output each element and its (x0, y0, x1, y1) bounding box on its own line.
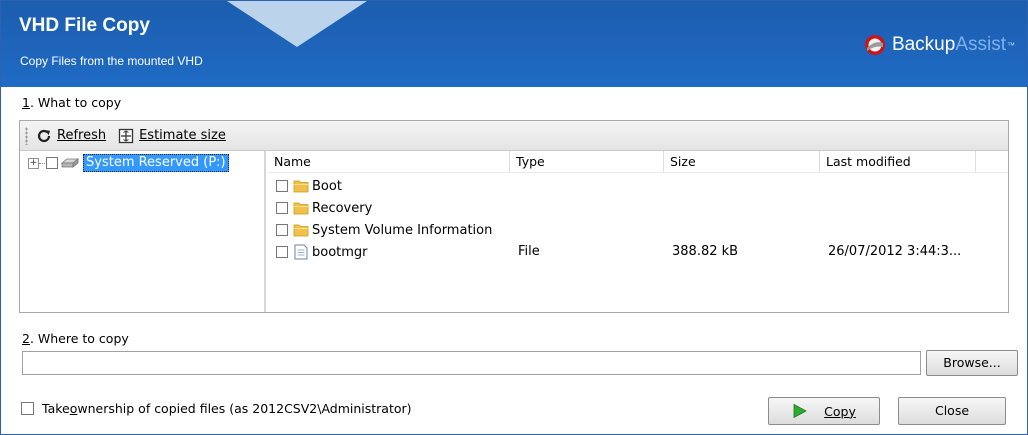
row-checkbox[interactable] (276, 246, 288, 258)
file-last-modified: 26/07/2012 3:44:3... (828, 244, 962, 259)
column-header-size[interactable]: Size (664, 151, 820, 172)
refresh-icon (37, 129, 51, 142)
file-name-cell: Recovery (276, 200, 372, 216)
browse-button[interactable]: Browse... (926, 350, 1018, 376)
copy-button[interactable]: Copy (768, 397, 880, 425)
estimate-size-icon (118, 128, 134, 143)
copy-label: Copy (824, 403, 856, 419)
column-header-type[interactable]: Type (510, 151, 664, 172)
toolbar-grip[interactable] (25, 126, 28, 145)
brand-trademark: ™ (1007, 40, 1015, 50)
file-name: System Volume Information (312, 222, 493, 238)
folder-icon (293, 180, 309, 193)
what-to-copy-text: . What to copy (29, 95, 122, 110)
file-name-cell: System Volume Information (276, 222, 492, 238)
file-name: bootmgr (312, 244, 368, 260)
file-type: File (518, 244, 540, 259)
file-name-cell: Boot (276, 178, 342, 194)
brand-name-part1: Backup (891, 34, 956, 55)
refresh-label: Refresh (57, 128, 107, 143)
refresh-button[interactable]: Refresh (36, 128, 106, 144)
file-name: Boot (312, 178, 342, 194)
list-item[interactable]: System Volume Information (268, 219, 1008, 241)
brand-logo: Backup Assist ™ (864, 34, 1015, 56)
list-item[interactable]: Recovery (268, 197, 1008, 219)
tree-drive-label[interactable]: System Reserved (P:) (83, 154, 229, 172)
file-size: 388.82 kB (672, 244, 739, 259)
drive-tree: + System Reserved (P:) (20, 151, 266, 312)
row-checkbox[interactable] (276, 202, 288, 214)
tree-connector (39, 162, 45, 164)
take-ownership-checkbox[interactable] (21, 402, 34, 415)
take-ownership-label: wnership of copied files (as 2012CSV2\Ad… (77, 401, 412, 416)
file-icon (294, 244, 308, 260)
what-to-copy-number: 1 (22, 95, 30, 110)
estimate-size-button[interactable]: Estimate size (118, 128, 226, 144)
folder-icon (293, 202, 309, 215)
close-button[interactable]: Close (898, 397, 1006, 425)
file-list: Name Type Size Last modified Boot Recove… (268, 151, 1008, 312)
list-item[interactable]: Boot (268, 175, 1008, 197)
take-ownership-prefix: Take (42, 401, 70, 416)
where-to-copy-number: 2 (22, 331, 30, 346)
folder-icon (293, 224, 309, 237)
row-checkbox[interactable] (276, 224, 288, 236)
window-subtitle: Copy Files from the mounted VHD (20, 54, 203, 68)
take-ownership-option[interactable]: Take o wnership of copied files (as 2012C… (21, 401, 412, 416)
estimate-size-label: Estimate size (139, 128, 226, 143)
where-to-copy-label: 2. Where to copy (22, 331, 129, 346)
file-browser-panel: Refresh Estimate size + System Reserved … (19, 120, 1009, 313)
tree-expander-icon[interactable]: + (28, 157, 39, 169)
brand-name-part2: Assist (955, 34, 1006, 55)
play-arrow-icon (793, 403, 807, 419)
window-title: VHD File Copy (19, 15, 150, 36)
vhd-file-copy-window: VHD File Copy Copy Files from the mounte… (0, 0, 1028, 435)
file-name: Recovery (312, 200, 373, 216)
tree-node-system-reserved[interactable]: + System Reserved (P:) (28, 154, 229, 172)
column-header-last-modified[interactable]: Last modified (820, 151, 976, 172)
header-banner: VHD File Copy Copy Files from the mounte… (1, 1, 1027, 87)
drive-checkbox[interactable] (46, 157, 58, 169)
column-header-name[interactable]: Name (268, 151, 510, 172)
file-name-cell: bootmgr (276, 244, 368, 260)
what-to-copy-label: 1. What to copy (22, 95, 121, 110)
destination-path-input[interactable] (22, 351, 921, 375)
list-item[interactable]: bootmgr File 388.82 kB 26/07/2012 3:44:3… (268, 241, 1008, 263)
drive-icon (61, 158, 79, 168)
take-ownership-accel: o (69, 401, 78, 416)
browser-toolbar: Refresh Estimate size (20, 121, 1008, 151)
backupassist-logo-icon (864, 35, 885, 55)
header-notch-decoration (227, 1, 367, 47)
row-checkbox[interactable] (276, 180, 288, 192)
where-to-copy-text: . Where to copy (29, 331, 129, 346)
header-divider (268, 172, 1008, 173)
